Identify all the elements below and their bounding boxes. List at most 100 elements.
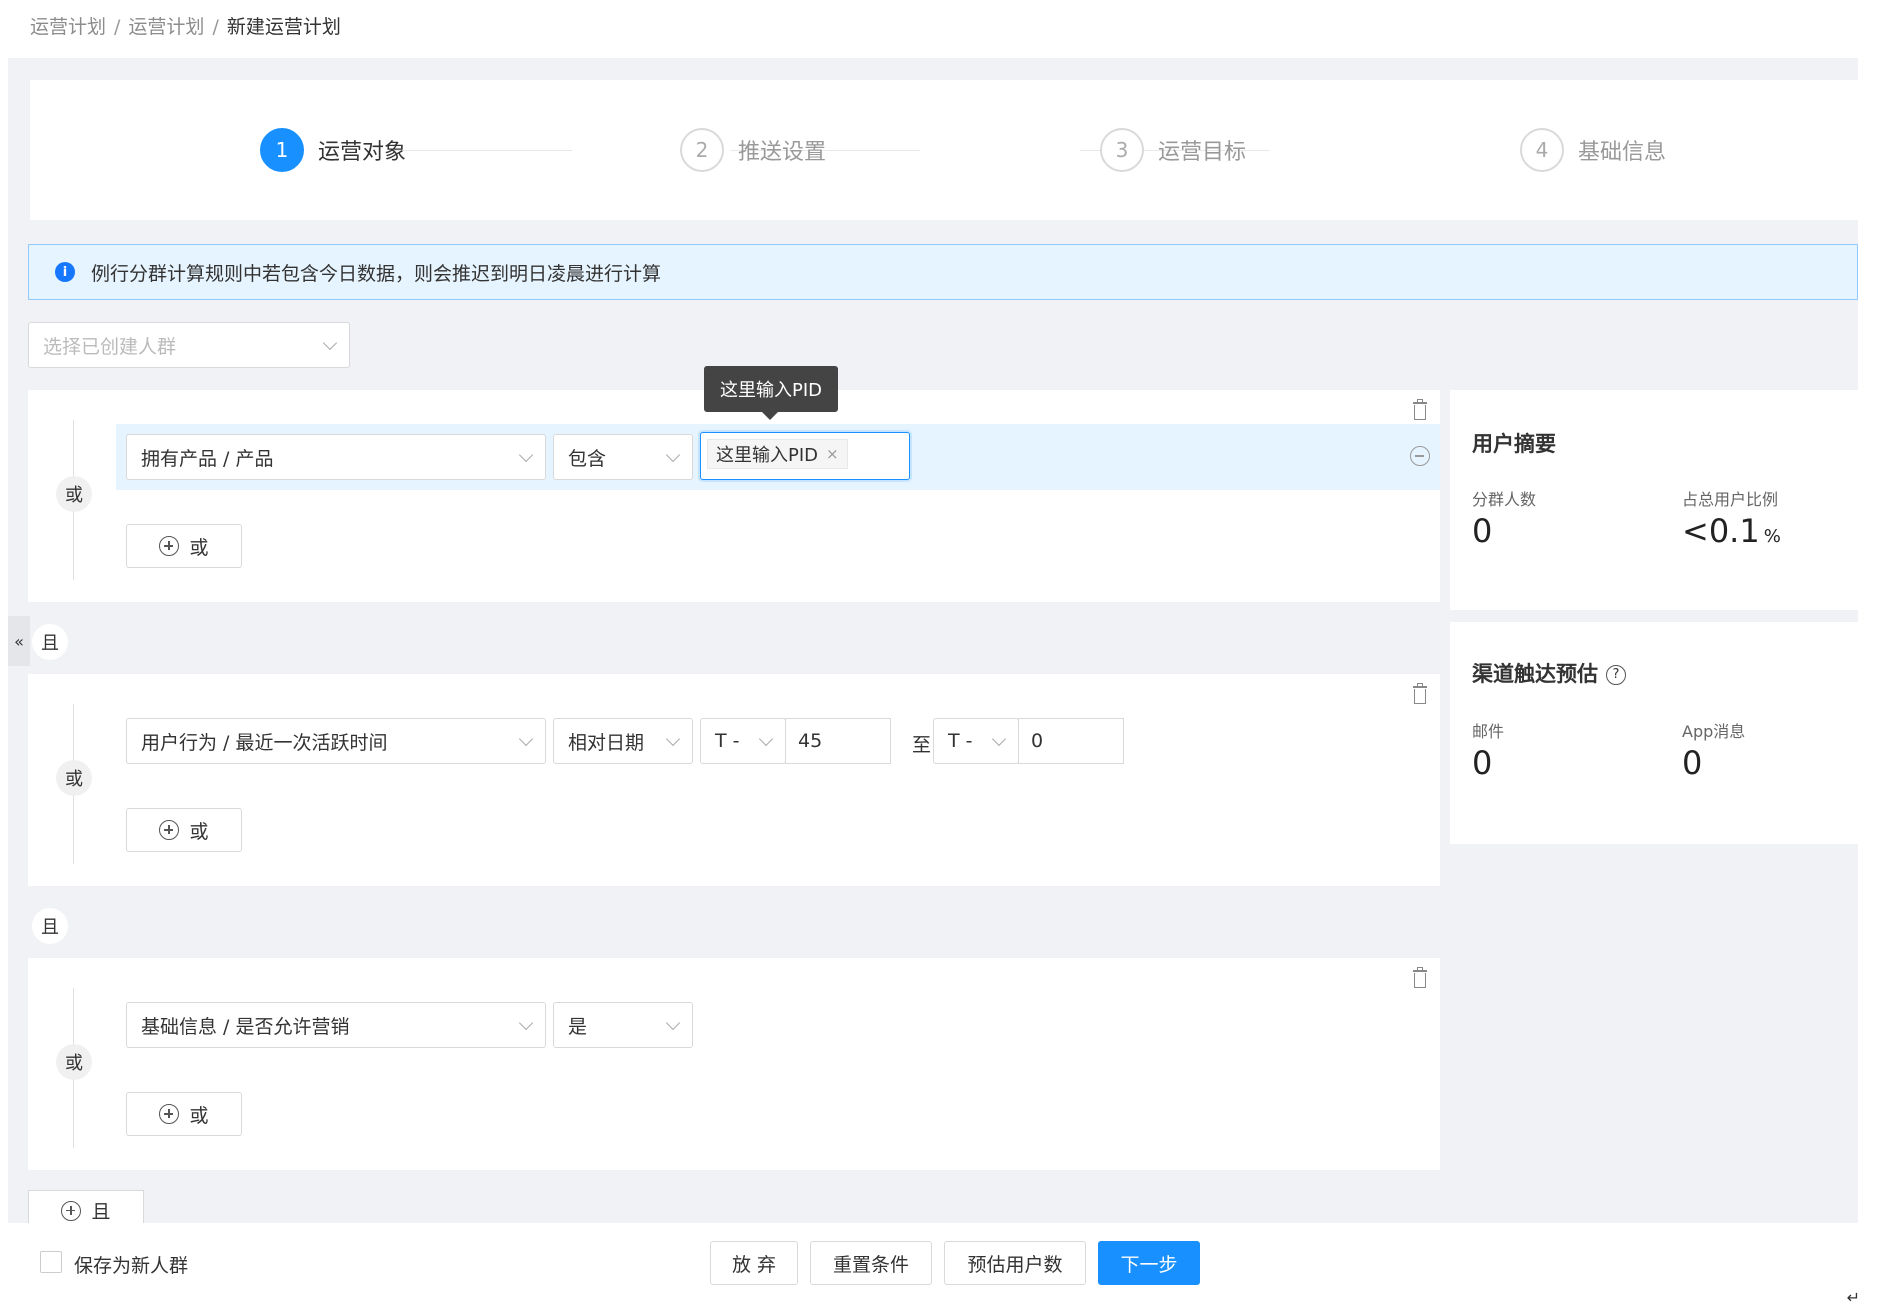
add-or-button[interactable]: 或 xyxy=(126,1092,242,1136)
app-message-label: App消息 xyxy=(1682,722,1746,741)
trash-icon[interactable] xyxy=(1412,967,1428,988)
save-as-new-crowd-label[interactable]: 保存为新人群 xyxy=(74,1251,188,1278)
email-label: 邮件 xyxy=(1472,722,1505,741)
info-icon: i xyxy=(55,262,75,282)
email-value: 0 xyxy=(1472,744,1493,782)
step-2[interactable]: 2 推送设置 xyxy=(680,128,826,172)
add-and-label: 且 xyxy=(91,1201,111,1223)
trash-icon[interactable] xyxy=(1412,399,1428,420)
or-badge: 或 xyxy=(56,760,92,796)
range-to-text: 至 xyxy=(912,734,932,756)
and-badge: 且 xyxy=(32,624,68,660)
add-or-button[interactable]: 或 xyxy=(126,808,242,852)
next-step-button[interactable]: 下一步 xyxy=(1098,1241,1200,1285)
step-label: 基础信息 xyxy=(1578,140,1667,165)
to-days-input[interactable]: 0 xyxy=(1018,718,1124,764)
condition-group-3: 或 基础信息 / 是否允许营销 是 或 xyxy=(28,958,1440,1170)
condition-operator-select[interactable]: 相对日期 xyxy=(553,718,693,764)
step-number: 3 xyxy=(1100,128,1144,172)
alert-text: 例行分群计算规则中若包含今日数据，则会推迟到明日凌晨进行计算 xyxy=(91,262,662,285)
chevron-down-icon xyxy=(322,335,338,351)
condition-group-1: 或 拥有产品 / 产品 包含 这里输入PID × 或 xyxy=(28,390,1440,602)
chevron-down-icon xyxy=(665,731,681,747)
step-number: 1 xyxy=(260,128,304,172)
step-3[interactable]: 3 运营目标 xyxy=(1100,128,1246,172)
condition-operator-select[interactable]: 包含 xyxy=(553,434,693,480)
field-value: 基础信息 / 是否允许营销 xyxy=(141,1015,350,1038)
crowd-select[interactable]: 选择已创建人群 xyxy=(28,322,350,368)
add-or-label: 或 xyxy=(189,1104,209,1127)
close-icon[interactable]: × xyxy=(826,445,839,463)
main-content: 1 运营对象 2 推送设置 3 运营目标 4 基础信息 i 例行分群计算规则中若… xyxy=(8,58,1858,1230)
chevron-down-icon xyxy=(518,731,534,747)
step-connector xyxy=(392,150,572,151)
save-as-new-crowd-checkbox[interactable] xyxy=(40,1251,62,1273)
summary-title: 用户摘要 xyxy=(1472,432,1556,456)
crowd-select-placeholder: 选择已创建人群 xyxy=(43,335,177,358)
condition-field-select[interactable]: 拥有产品 / 产品 xyxy=(126,434,546,480)
from-days-input[interactable]: 45 xyxy=(785,718,891,764)
app-message-value: 0 xyxy=(1682,744,1703,782)
help-icon[interactable]: ? xyxy=(1606,665,1626,685)
segment-count-value: 0 xyxy=(1472,512,1493,550)
ratio-label: 占总用户比例 xyxy=(1682,490,1779,509)
pid-tag-input[interactable]: 这里输入PID × xyxy=(700,432,910,480)
operator-value: 包含 xyxy=(568,447,607,470)
step-label: 运营目标 xyxy=(1158,140,1247,165)
add-or-label: 或 xyxy=(189,536,209,559)
condition-operator-select[interactable]: 是 xyxy=(553,1002,693,1048)
from-prefix-select[interactable]: T - xyxy=(700,718,786,764)
pid-tag: 这里输入PID × xyxy=(707,439,848,469)
operator-value: 是 xyxy=(568,1015,588,1038)
to-prefix-select[interactable]: T - xyxy=(933,718,1019,764)
user-summary-card: 用户摘要 分群人数 0 占总用户比例 <0.1% xyxy=(1450,390,1858,610)
breadcrumb-sep: / xyxy=(114,16,121,38)
field-value: 用户行为 / 最近一次活跃时间 xyxy=(141,731,388,754)
condition-field-select[interactable]: 基础信息 / 是否允许营销 xyxy=(126,1002,546,1048)
and-badge: 且 xyxy=(32,908,68,944)
ratio-value: <0.1% xyxy=(1682,512,1781,550)
chevron-down-icon xyxy=(665,1015,681,1031)
chevron-down-icon xyxy=(665,447,681,463)
step-1[interactable]: 1 运营对象 xyxy=(260,128,406,172)
condition-field-select[interactable]: 用户行为 / 最近一次活跃时间 xyxy=(126,718,546,764)
step-label: 推送设置 xyxy=(738,140,827,165)
breadcrumb: 运营计划 / 运营计划 / 新建运营计划 xyxy=(30,12,341,39)
or-badge: 或 xyxy=(56,1044,92,1080)
ratio-number: <0.1 xyxy=(1682,512,1760,550)
plus-circle-icon xyxy=(159,820,180,840)
or-badge: 或 xyxy=(56,476,92,512)
from-prefix-value: T - xyxy=(715,730,740,752)
chevron-down-icon xyxy=(518,1015,534,1031)
plus-circle-icon xyxy=(159,1104,180,1124)
estimate-users-button[interactable]: 预估用户数 xyxy=(944,1241,1086,1285)
collapse-sidebar-button[interactable]: « xyxy=(8,616,30,666)
chevron-down-icon xyxy=(758,731,774,747)
operator-value: 相对日期 xyxy=(568,731,645,754)
remove-condition-icon[interactable] xyxy=(1410,446,1430,466)
channel-estimate-card: 渠道触达预估? 邮件 0 App消息 0 xyxy=(1450,622,1858,844)
channel-title: 渠道触达预估? xyxy=(1472,658,1626,688)
ratio-unit: % xyxy=(1763,526,1781,547)
tag-label: 这里输入PID xyxy=(716,445,819,466)
field-value: 拥有产品 / 产品 xyxy=(141,447,274,470)
chevron-down-icon xyxy=(991,731,1007,747)
reset-conditions-button[interactable]: 重置条件 xyxy=(810,1241,932,1285)
pid-tooltip: 这里输入PID xyxy=(704,366,838,420)
breadcrumb-item-2[interactable]: 运营计划 xyxy=(128,16,204,38)
trash-icon[interactable] xyxy=(1412,683,1428,704)
breadcrumb-current: 新建运营计划 xyxy=(226,16,341,38)
enter-mark: ↵ xyxy=(1846,1288,1860,1307)
segment-count-label: 分群人数 xyxy=(1472,490,1537,509)
step-4[interactable]: 4 基础信息 xyxy=(1520,128,1666,172)
add-or-button[interactable]: 或 xyxy=(126,524,242,568)
step-number: 4 xyxy=(1520,128,1564,172)
to-prefix-value: T - xyxy=(948,730,973,752)
footer-bar: 保存为新人群 放 弃 重置条件 预估用户数 下一步 xyxy=(8,1223,1858,1310)
step-label: 运营对象 xyxy=(318,140,407,165)
breadcrumb-item-1[interactable]: 运营计划 xyxy=(30,16,106,38)
discard-button[interactable]: 放 弃 xyxy=(710,1241,798,1285)
plus-circle-icon xyxy=(159,536,180,556)
info-alert: i 例行分群计算规则中若包含今日数据，则会推迟到明日凌晨进行计算 xyxy=(28,244,1858,300)
breadcrumb-sep: / xyxy=(212,16,219,38)
